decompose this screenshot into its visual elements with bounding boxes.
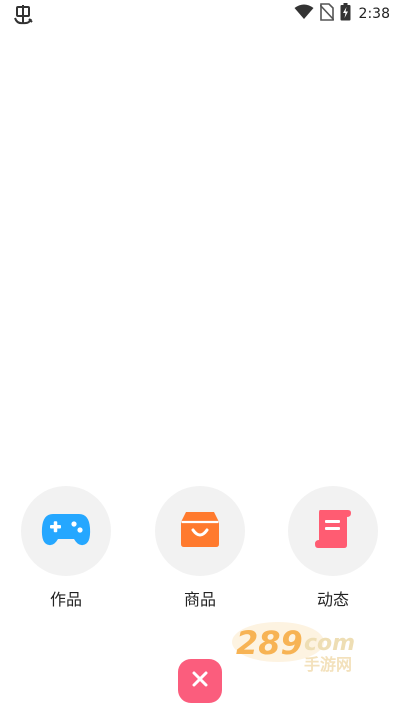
svg-text:手游网: 手游网 <box>304 655 352 674</box>
action-products[interactable]: 商品 <box>145 486 255 616</box>
no-sim-icon <box>318 3 335 25</box>
action-moments-label: 动态 <box>316 590 349 609</box>
svg-text:com: com <box>304 631 355 656</box>
svg-text:289: 289 <box>236 624 303 662</box>
289-com-watermark-logo: 289 com 手游网 <box>228 618 388 678</box>
battery-charging-icon <box>340 3 351 25</box>
action-works-circle[interactable] <box>21 486 111 576</box>
scroll-document-icon <box>314 509 352 553</box>
status-time: 2:38 <box>358 6 390 22</box>
close-button[interactable] <box>178 659 222 703</box>
bug-notification-icon <box>12 4 34 26</box>
action-moments-circle[interactable] <box>288 486 378 576</box>
gamepad-icon <box>41 510 91 552</box>
action-products-label: 商品 <box>183 590 216 609</box>
action-products-circle[interactable] <box>155 486 245 576</box>
action-works[interactable]: 作品 <box>11 486 121 616</box>
action-moments[interactable]: 动态 <box>278 486 388 616</box>
status-bar: 2:38 <box>0 0 400 30</box>
shopping-bag-icon <box>180 510 220 552</box>
screen: 2:38 作品 商品 动态 289 com 手游网 <box>0 0 400 711</box>
close-icon <box>192 671 208 691</box>
action-works-label: 作品 <box>49 590 82 609</box>
wifi-icon <box>294 4 314 24</box>
publish-actions: 作品 商品 动态 <box>0 486 400 616</box>
status-icons: 2:38 <box>294 3 390 25</box>
